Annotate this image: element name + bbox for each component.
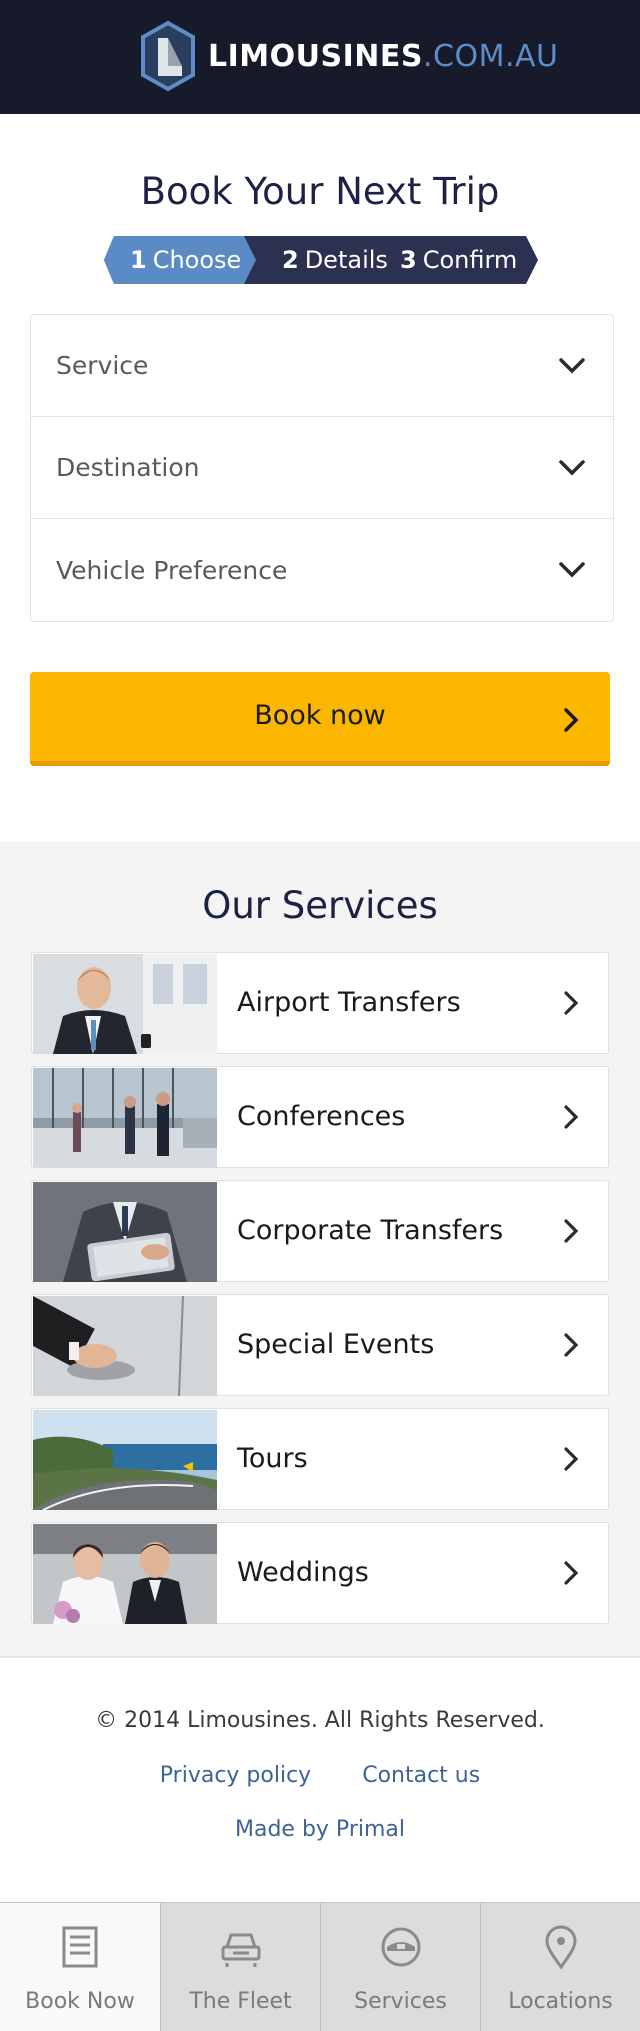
step-label: Choose [152,246,242,274]
destination-select-label: Destination [56,453,200,482]
service-item-conferences[interactable]: Conferences [31,1066,609,1168]
chevron-down-icon [559,358,585,374]
booking-steps: 1 Choose 2 Details 3 Confirm [104,236,538,284]
chevron-right-icon [564,1447,579,1471]
tab-label: Book Now [25,1989,135,2014]
chauffeur-hat-icon [381,1927,421,1967]
services-title: Our Services [202,884,438,927]
brand-name-main: LIMOUSINES [208,38,423,74]
service-item-tours[interactable]: Tours [31,1408,609,1510]
destination-select[interactable]: Destination [31,417,613,519]
book-now-label: Book now [254,700,386,731]
tab-locations[interactable]: Locations [480,1903,640,2031]
service-item-airport-transfers[interactable]: Airport Transfers [31,952,609,1054]
logo-hexagon-icon [141,20,195,92]
step-number: 2 [282,246,299,274]
service-item-weddings[interactable]: Weddings [31,1522,609,1624]
step-number: 1 [130,246,147,274]
weddings-image [33,1524,217,1624]
chevron-down-icon [559,562,585,578]
vehicle-preference-select[interactable]: Vehicle Preference [31,519,613,621]
step-details[interactable]: 2 Details [282,236,388,284]
made-by-primal-link[interactable]: Made by Primal [0,1817,640,1842]
service-select[interactable]: Service [31,315,613,417]
chevron-right-icon [564,1105,579,1129]
booking-title: Book Your Next Trip [140,170,500,213]
step-number: 3 [400,246,417,274]
service-item-special-events[interactable]: Special Events [31,1294,609,1396]
tab-label: Locations [508,1989,613,2014]
service-item-label: Conferences [237,1101,406,1132]
chevron-down-icon [559,460,585,476]
step-choose[interactable]: 1 Choose [130,236,241,284]
tab-label: The Fleet [189,1989,292,2014]
service-item-label: Corporate Transfers [237,1215,504,1246]
tours-image [33,1410,217,1510]
service-item-corporate-transfers[interactable]: Corporate Transfers [31,1180,609,1282]
bottom-tab-bar: Book Now The Fleet Services Locations [0,1902,640,2031]
chevron-right-icon [564,1333,579,1357]
top-header: LIMOUSINES.COM.AU [0,0,640,114]
service-item-label: Airport Transfers [237,987,461,1018]
chevron-right-icon [564,1561,579,1585]
book-now-button[interactable]: Book now [30,672,610,766]
contact-us-link[interactable]: Contact us [362,1763,480,1788]
brand-wordmark: LIMOUSINES.COM.AU [208,39,558,74]
vehicle-preference-select-label: Vehicle Preference [56,555,288,585]
footer-links: Privacy policy Contact us [0,1763,640,1788]
tab-book-now[interactable]: Book Now [0,1903,160,2031]
step-confirm[interactable]: 3 Confirm [400,236,517,284]
tab-label: Services [354,1989,447,2014]
tab-services[interactable]: Services [320,1903,480,2031]
airport-transfers-image [33,954,217,1054]
services-section: Our Services Airport Transfers Conferenc… [0,842,640,1658]
list-icon [62,1926,98,1968]
step-label: Details [304,246,388,274]
brand-logo[interactable]: LIMOUSINES.COM.AU [140,20,558,92]
privacy-policy-link[interactable]: Privacy policy [160,1763,311,1788]
tab-the-fleet[interactable]: The Fleet [160,1903,320,2031]
brand-name-sub: .COM.AU [422,38,559,74]
car-icon [221,1933,261,1967]
footer-copyright: © 2014 Limousines. All Rights Reserved. [95,1708,545,1733]
map-pin-icon [545,1925,577,1969]
step-label: Confirm [422,246,518,274]
booking-form: Service Destination Vehicle Preference [30,314,614,622]
conferences-image [33,1068,217,1168]
special-events-image [33,1296,217,1396]
service-item-label: Weddings [237,1557,369,1588]
chevron-right-icon [564,1219,579,1243]
corporate-transfers-image [33,1182,217,1282]
chevron-right-icon [564,991,579,1015]
service-select-label: Service [56,351,149,380]
service-item-label: Tours [237,1443,308,1474]
chevron-right-icon [564,708,579,732]
service-item-label: Special Events [237,1329,435,1360]
